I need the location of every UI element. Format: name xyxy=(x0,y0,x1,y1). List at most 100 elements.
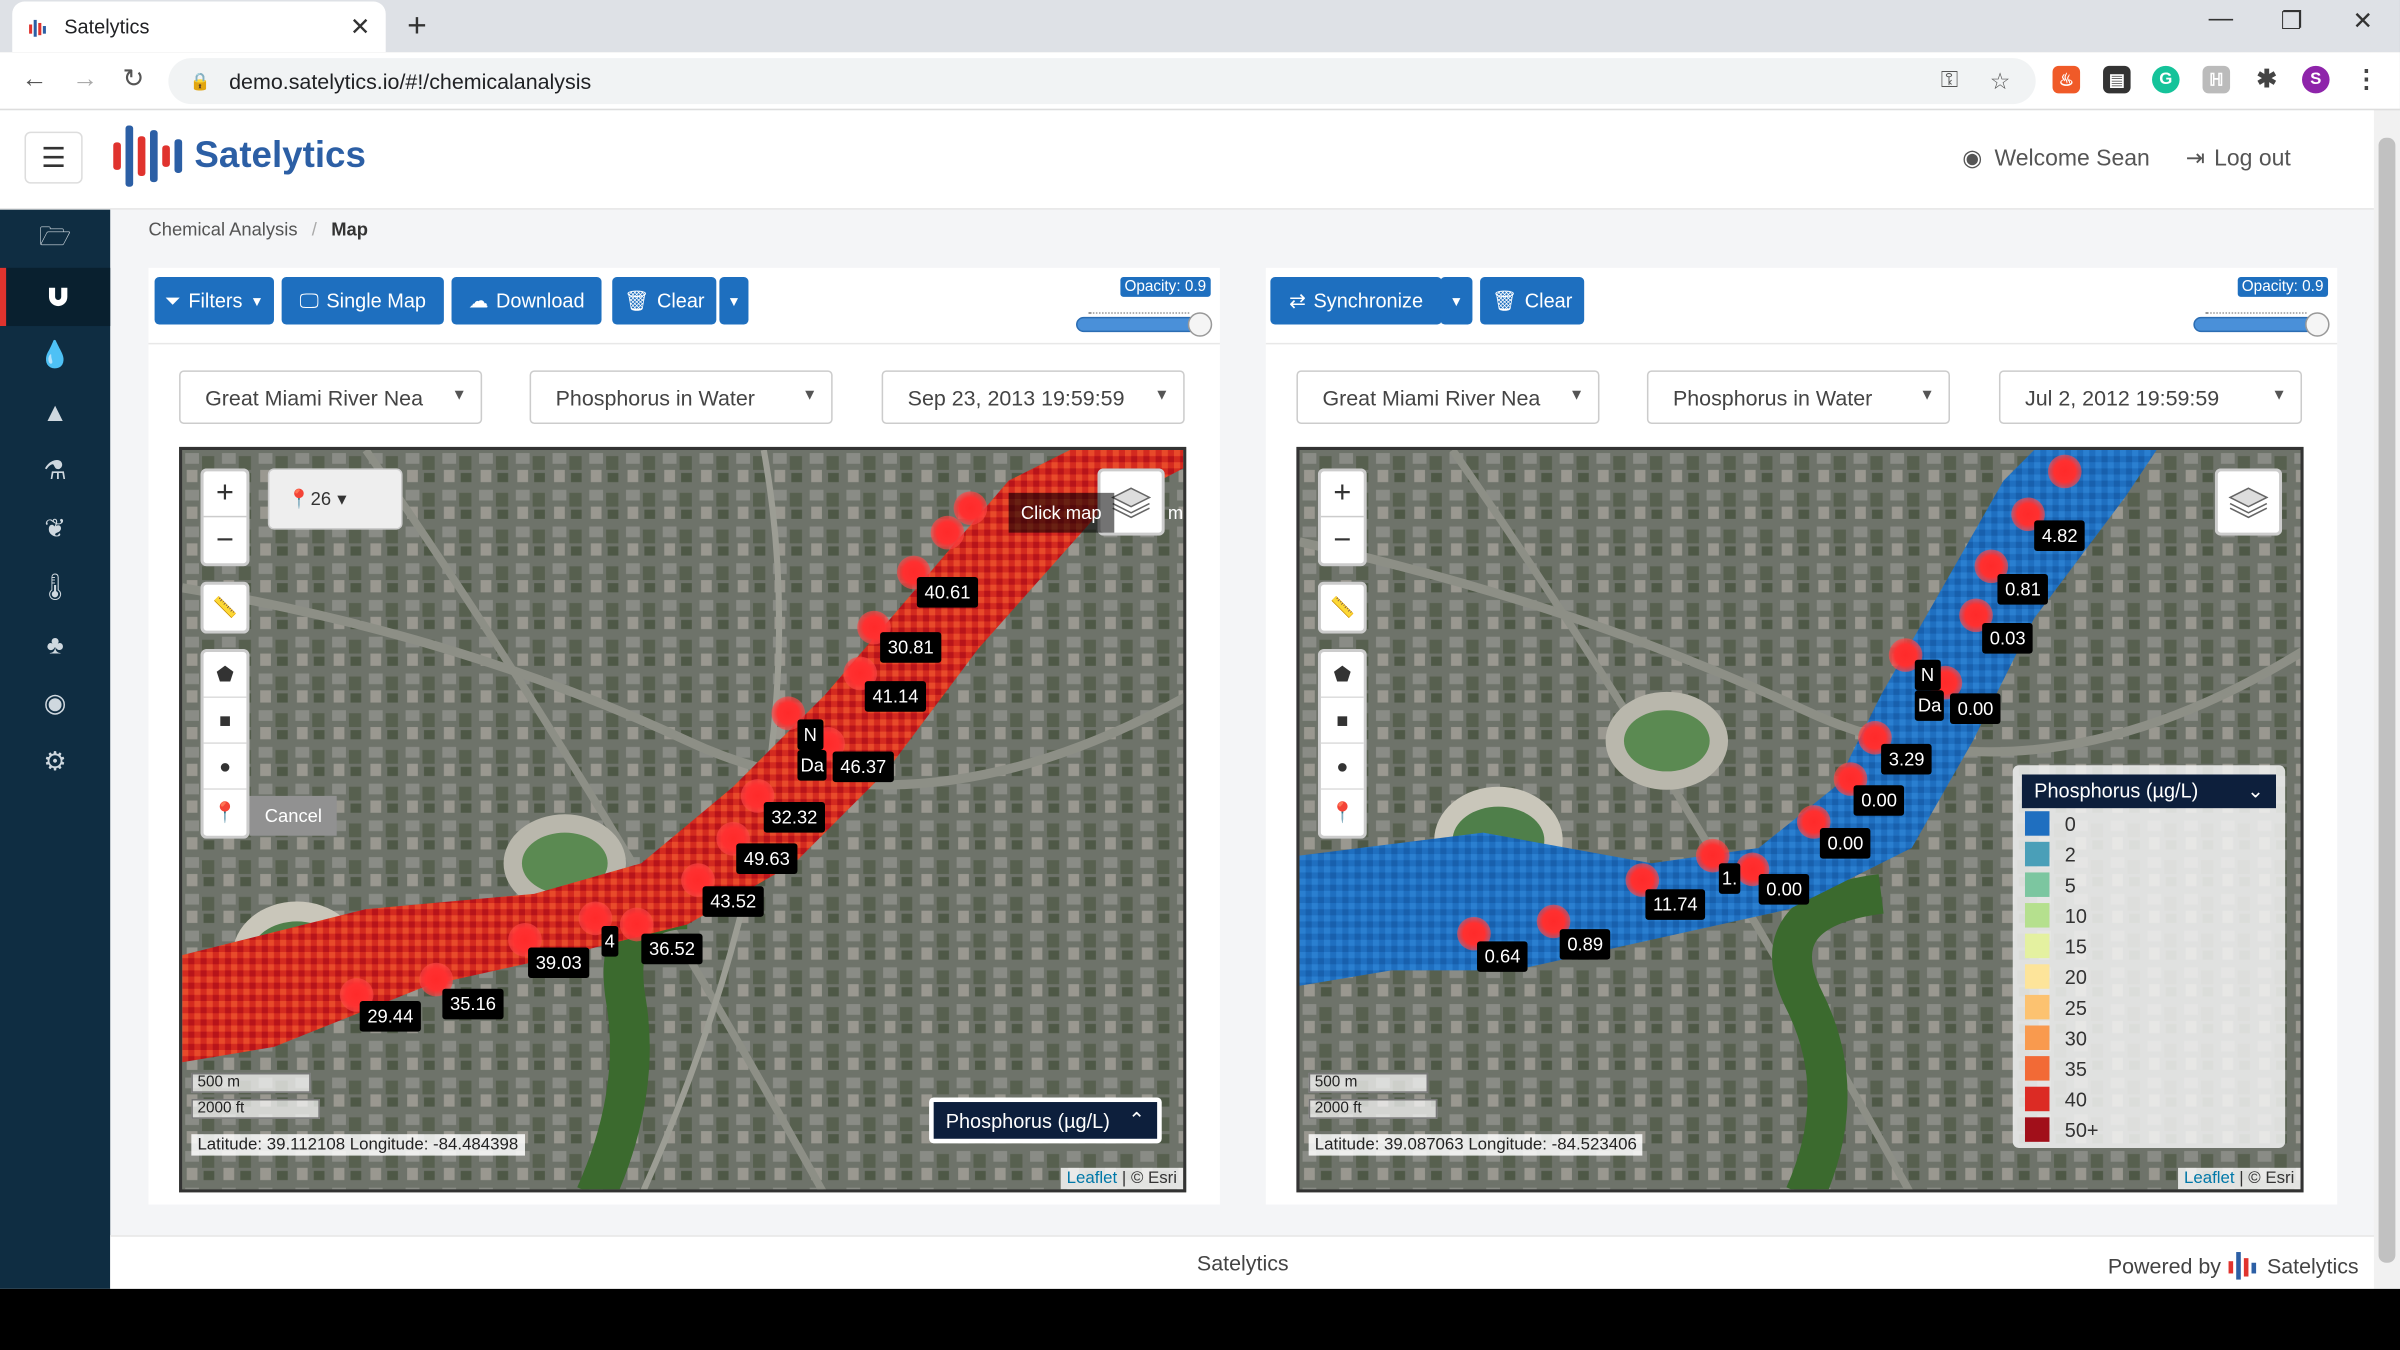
right-location-select[interactable]: Great Miami River Nea ▼ xyxy=(1296,370,1600,424)
location-select[interactable]: Great Miami River Nea ▼ xyxy=(179,370,483,424)
right-clear-button[interactable]: 🗑 Clear xyxy=(1480,277,1585,325)
zoom-out-button[interactable]: − xyxy=(1321,517,1364,563)
profile-avatar[interactable]: S xyxy=(2302,65,2330,94)
url-bar[interactable]: 🔒 demo.satelytics.io/#!/chemicalanalysis… xyxy=(168,58,2036,105)
draw-marker-icon[interactable]: 📍 xyxy=(1321,790,1364,836)
new-tab-icon[interactable]: + xyxy=(407,6,427,46)
zoom-control: + − xyxy=(1317,468,1367,567)
breadcrumb-chemical-analysis[interactable]: Chemical Analysis xyxy=(148,219,297,240)
forward-icon[interactable]: → xyxy=(72,64,98,95)
chevron-down-icon: ▼ xyxy=(1919,387,1935,405)
zoom-in-button[interactable]: + xyxy=(203,471,247,518)
sidebar-thermometer-icon[interactable]: 🌡 xyxy=(0,559,110,617)
minimize-icon[interactable]: — xyxy=(2209,6,2233,34)
browser-tab[interactable]: Satelytics ✕ xyxy=(12,1,386,53)
legend-row: 50+ xyxy=(2022,1114,2276,1145)
sidebar-user-circle-icon[interactable]: ◉ xyxy=(0,675,110,733)
right-map[interactable]: + − 📏 ⬟ ■ ● 📍 4.82 0.81 0.03 N Da 0.00 3… xyxy=(1296,446,2304,1193)
scrollbar-thumb[interactable] xyxy=(2378,137,2396,1263)
zoom-in-button[interactable]: + xyxy=(1320,471,1364,518)
date-select[interactable]: Sep 23, 2013 19:59:59 ▼ xyxy=(881,370,1185,424)
filters-button[interactable]: ⏷ Filters ▼ xyxy=(154,277,274,325)
draw-rectangle-icon[interactable]: ■ xyxy=(1320,698,1364,744)
value-label-partial: 4 xyxy=(601,926,618,957)
sidebar-cogs-icon[interactable]: ⚙ xyxy=(0,733,110,791)
window-close-icon[interactable]: ✕ xyxy=(2353,6,2374,37)
back-icon[interactable]: ← xyxy=(21,64,47,95)
trash-icon: 🗑 xyxy=(1491,288,1518,312)
layers-icon[interactable] xyxy=(2214,468,2283,536)
legend-row: 25 xyxy=(2022,992,2276,1023)
left-map[interactable]: + − 📍 26 ▾ 📏 ⬟ ■ ● 📍 Cancel Click map m … xyxy=(179,446,1187,1193)
leaflet-link[interactable]: Leaflet xyxy=(2184,1169,2235,1187)
sidebar-tree-icon[interactable]: ♣ xyxy=(0,617,110,675)
ruler-icon[interactable]: 📏 xyxy=(1321,585,1364,631)
chemical-select[interactable]: Phosphorus in Water ▼ xyxy=(529,370,833,424)
legend-toggle[interactable]: Phosphorus (µg/L) ⌃ xyxy=(928,1097,1162,1144)
tab-title: Satelytics xyxy=(64,15,150,39)
draw-circle-icon[interactable]: ● xyxy=(203,744,247,790)
slider-knob[interactable] xyxy=(1187,312,1213,337)
grammarly-icon[interactable]: G xyxy=(2152,65,2180,94)
browser-menu-icon[interactable]: ⋮ xyxy=(2353,66,2381,93)
cancel-draw-button[interactable]: Cancel xyxy=(249,795,338,836)
download-button[interactable]: ☁ Download xyxy=(451,277,602,325)
logo-bars-icon xyxy=(113,125,183,187)
draw-polygon-icon[interactable]: ⬟ xyxy=(203,652,247,698)
slider-knob[interactable] xyxy=(2305,312,2330,337)
restore-icon[interactable]: ❐ xyxy=(2281,6,2303,37)
address-bar-row: ← → ↻ 🔒 demo.satelytics.io/#!/chemicalan… xyxy=(0,52,2400,111)
right-opacity-slider[interactable]: Opacity: 0.9 xyxy=(2193,277,2330,337)
sidebar-droplet-icon[interactable]: 💧 xyxy=(0,326,110,384)
cluster-count-control[interactable]: 📍 26 ▾ xyxy=(267,468,403,530)
value-label: 49.63 xyxy=(736,843,798,874)
extension-puzzle-gray-icon[interactable]: ℍ xyxy=(2202,65,2231,94)
extension-window-icon[interactable]: ▤ xyxy=(2103,65,2131,94)
welcome-user[interactable]: ◉ Welcome Sean xyxy=(1962,144,2150,172)
right-clear-label: Clear xyxy=(1524,289,1573,313)
draw-rectangle-icon[interactable]: ■ xyxy=(203,698,247,744)
legend-swatch xyxy=(2024,841,2050,867)
sample-marker[interactable] xyxy=(2047,454,2082,489)
clear-dropdown-button[interactable]: ▼ xyxy=(719,277,749,325)
logout-link[interactable]: ⇥ Log out xyxy=(2186,144,2291,172)
bookmark-star-icon[interactable]: ☆ xyxy=(1990,67,2011,95)
right-chemical-select[interactable]: Phosphorus in Water ▼ xyxy=(1646,370,1950,424)
measure-control: 📏 xyxy=(200,581,250,634)
leaflet-link[interactable]: Leaflet xyxy=(1067,1169,1118,1187)
sample-marker[interactable] xyxy=(930,515,965,550)
page-scrollbar[interactable] xyxy=(2373,110,2400,1289)
legend-header[interactable]: Phosphorus (µg/L) ⌄ xyxy=(2021,774,2277,809)
date-value: Jul 2, 2012 19:59:59 xyxy=(2024,384,2220,410)
sidebar-folder-open-icon[interactable]: 🗁 xyxy=(0,210,110,268)
draw-polygon-icon[interactable]: ⬟ xyxy=(1320,652,1364,698)
sidebar-magnet-icon[interactable] xyxy=(0,267,111,327)
sidebar-leaf-icon[interactable]: ❦ xyxy=(0,501,110,559)
exchange-icon: ⇄ xyxy=(1289,288,1306,312)
draw-circle-icon[interactable]: ● xyxy=(1320,744,1364,790)
key-icon[interactable]: ⚿ xyxy=(1941,67,1958,93)
clear-button[interactable]: 🗑 Clear xyxy=(612,277,717,325)
reload-icon[interactable]: ↻ xyxy=(122,64,144,95)
synchronize-button[interactable]: ⇄ Synchronize xyxy=(1270,277,1442,325)
chemical-value: Phosphorus in Water xyxy=(1672,384,1873,410)
right-date-select[interactable]: Jul 2, 2012 19:59:59 ▼ xyxy=(1998,370,2303,424)
value-label: 32.32 xyxy=(763,802,826,833)
trash-icon: 🗑 xyxy=(624,288,650,312)
sidebar-warning-icon[interactable]: ▲ xyxy=(0,384,110,442)
extension-fire-icon[interactable]: ♨ xyxy=(2052,65,2081,94)
extensions-puzzle-icon[interactable]: ✱ xyxy=(2253,66,2281,93)
satelytics-logo[interactable]: Satelytics xyxy=(113,125,366,187)
close-tab-icon[interactable]: ✕ xyxy=(350,11,371,42)
synchronize-dropdown-button[interactable]: ▼ xyxy=(1440,277,1473,325)
single-map-button[interactable]: 🖵 Single Map xyxy=(281,277,444,325)
opacity-slider[interactable]: Opacity: 0.9 xyxy=(1076,277,1213,337)
draw-toolbar: ⬟ ■ ● 📍 xyxy=(1317,648,1367,839)
hamburger-menu-icon[interactable]: ☰ xyxy=(24,131,83,184)
left-toolbar: ⏷ Filters ▼ 🖵 Single Map ☁ Download 🗑 Cl… xyxy=(148,268,1220,345)
ruler-icon[interactable]: 📏 xyxy=(204,585,247,631)
draw-marker-icon[interactable]: 📍 xyxy=(204,790,247,836)
sidebar-flask-icon[interactable]: ⚗ xyxy=(0,442,110,500)
legend-row: 30 xyxy=(2022,1022,2276,1053)
zoom-out-button[interactable]: − xyxy=(204,517,247,563)
